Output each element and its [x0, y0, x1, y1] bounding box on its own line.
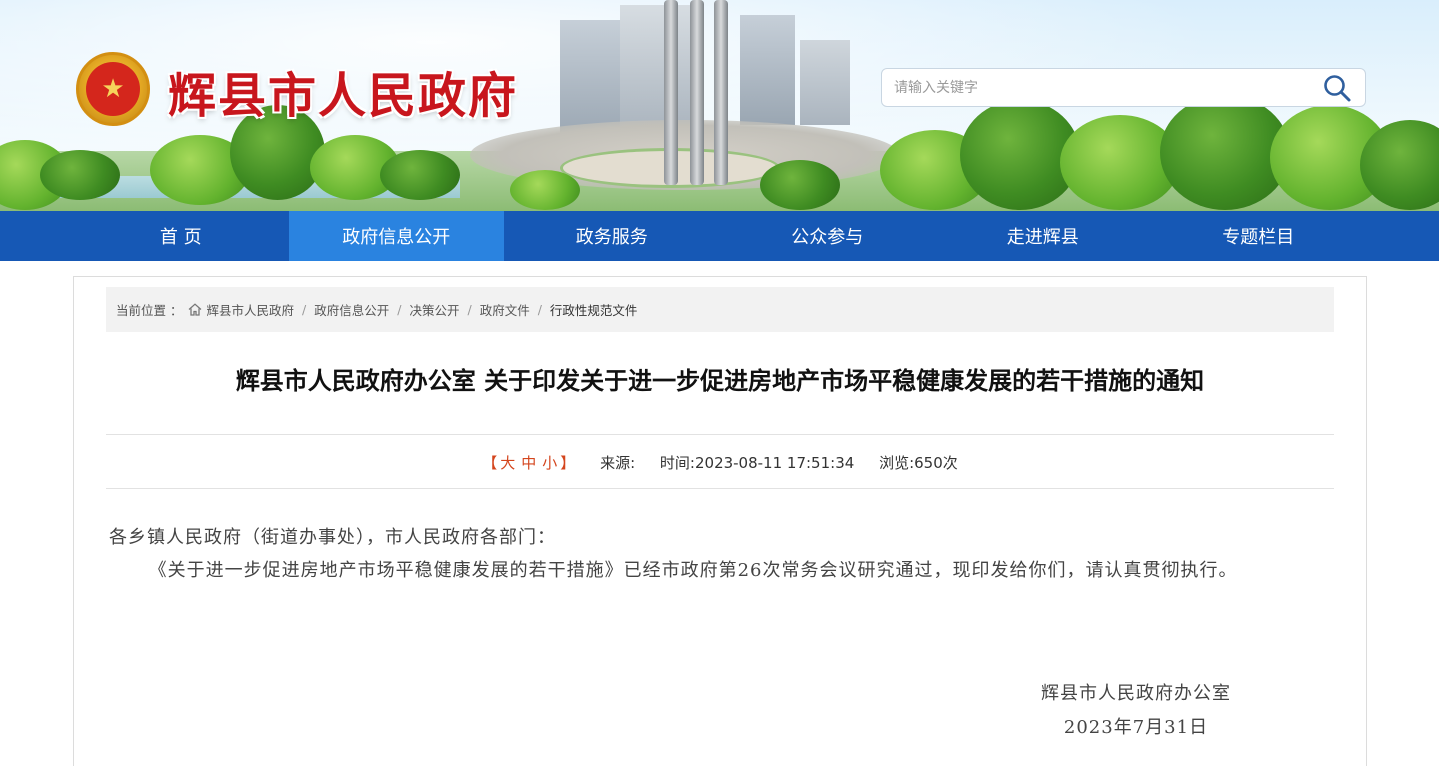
tree — [40, 150, 120, 200]
font-size-bracket-open: 【 — [482, 454, 498, 472]
article-paragraph: 《关于进一步促进房地产市场平稳健康发展的若干措施》已经市政府第26次常务会议研究… — [148, 560, 1238, 581]
article-title: 辉县市人民政府办公室 关于印发关于进一步促进房地产市场平稳健康发展的若干措施的通… — [235, 367, 1205, 395]
breadcrumb-link-home[interactable]: 辉县市人民政府 — [206, 300, 294, 319]
article-salutation: 各乡镇人民政府（街道办事处），市人民政府各部门： — [109, 527, 556, 548]
signature-org: 辉县市人民政府办公室 — [1041, 683, 1231, 704]
breadcrumb: 当前位置 ： 辉县市人民政府 / 政府信息公开 / 决策公开 / 政府文件 / … — [106, 287, 1334, 332]
site-title: 辉县市人民政府 — [168, 68, 519, 124]
breadcrumb-current[interactable]: 行政性规范文件 — [550, 300, 638, 319]
search-box — [881, 68, 1366, 107]
nav-item-gov-service[interactable]: 政务服务 — [504, 211, 720, 261]
font-size-bracket-close: 】 — [560, 454, 576, 472]
article-container: 当前位置 ： 辉县市人民政府 / 政府信息公开 / 决策公开 / 政府文件 / … — [73, 276, 1367, 766]
article-source: 来源: — [600, 454, 636, 472]
font-size-control: 【大中小】 — [482, 454, 580, 472]
tree — [510, 170, 580, 210]
breadcrumb-link-gov-info[interactable]: 政府信息公开 — [314, 300, 389, 319]
breadcrumb-link-decision[interactable]: 决策公开 — [409, 300, 459, 319]
signature-date: 2023年7月31日 — [1063, 717, 1209, 738]
breadcrumb-separator: / — [467, 302, 472, 317]
nav-item-special-topics[interactable]: 专题栏目 — [1151, 211, 1367, 261]
article-body: 各乡镇人民政府（街道办事处），市人民政府各部门： 《关于进一步促进房地产市场平稳… — [109, 521, 1329, 587]
background-building — [800, 40, 850, 125]
search-icon — [1324, 74, 1351, 101]
nav-item-gov-info[interactable]: 政府信息公开 — [288, 211, 504, 261]
article-meta: 【大中小】 来源: 时间:2023-08-11 17:51:34 浏览:650次 — [106, 452, 1334, 473]
font-size-medium-button[interactable]: 中 — [518, 454, 539, 472]
breadcrumb-separator: / — [302, 302, 307, 317]
nav-item-public-participation[interactable]: 公众参与 — [720, 211, 936, 261]
font-size-large-button[interactable]: 大 — [497, 454, 518, 472]
monument-pillar — [664, 0, 678, 185]
search-button[interactable] — [1309, 69, 1365, 106]
background-building — [620, 5, 690, 135]
divider — [106, 434, 1334, 435]
search-input[interactable] — [882, 69, 1309, 106]
monument-pillar — [690, 0, 704, 185]
tree — [760, 160, 840, 210]
font-size-small-button[interactable]: 小 — [539, 454, 560, 472]
tree — [380, 150, 460, 200]
monument-pillar — [714, 0, 728, 185]
background-building — [740, 15, 795, 125]
home-icon — [188, 303, 202, 316]
article-time: 时间:2023-08-11 17:51:34 — [659, 454, 855, 472]
national-emblem-icon: ★ — [76, 52, 150, 126]
breadcrumb-prefix: 当前位置 ： — [116, 303, 183, 318]
header-banner: ★ 辉县市人民政府 — [0, 0, 1439, 211]
nav-item-home[interactable]: 首 页 — [73, 211, 289, 261]
main-nav: 首 页 政府信息公开 政务服务 公众参与 走进辉县 专题栏目 — [0, 211, 1439, 261]
divider — [106, 488, 1334, 489]
breadcrumb-separator: / — [397, 302, 402, 317]
article-views: 浏览:650次 — [879, 454, 958, 472]
breadcrumb-link-gov-docs[interactable]: 政府文件 — [480, 300, 530, 319]
nav-item-about-huixian[interactable]: 走进辉县 — [935, 211, 1151, 261]
emblem-star: ★ — [86, 62, 140, 116]
breadcrumb-separator: / — [537, 302, 542, 317]
